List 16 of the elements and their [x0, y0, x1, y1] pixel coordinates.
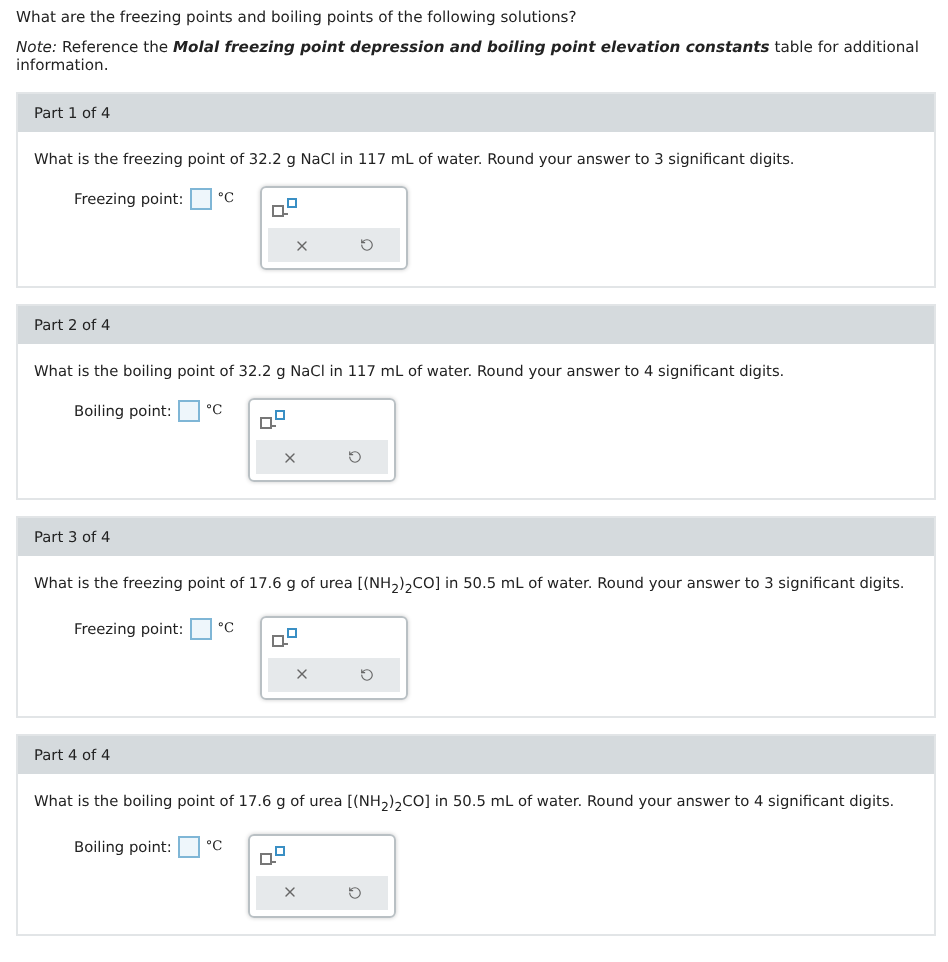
close-icon[interactable]	[281, 884, 298, 901]
close-icon[interactable]	[293, 666, 310, 683]
undo-icon[interactable]	[348, 450, 363, 465]
undo-icon[interactable]	[348, 885, 363, 900]
answer-field[interactable]	[189, 188, 212, 211]
superscript-icon[interactable]	[260, 410, 289, 431]
undo-icon[interactable]	[360, 238, 375, 253]
superscript-icon[interactable]	[260, 845, 289, 866]
answer-field[interactable]	[177, 400, 200, 423]
close-icon[interactable]	[293, 237, 310, 254]
superscript-icon[interactable]	[272, 627, 301, 648]
undo-icon[interactable]	[360, 667, 375, 682]
answer-field[interactable]	[189, 617, 212, 640]
answer-field[interactable]	[177, 835, 200, 858]
close-icon[interactable]	[281, 449, 298, 466]
superscript-icon[interactable]	[272, 198, 301, 219]
